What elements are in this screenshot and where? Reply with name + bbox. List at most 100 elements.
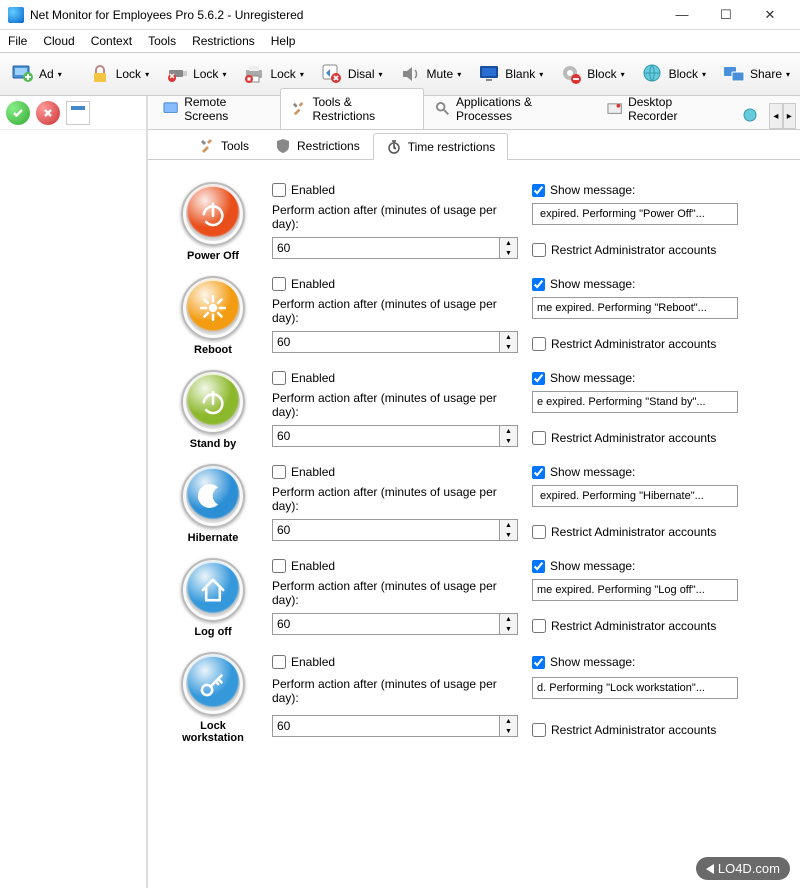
- ok-button[interactable]: [6, 101, 30, 125]
- menu-cloud[interactable]: Cloud: [43, 34, 74, 48]
- minutes-spinner: ▲ ▼: [272, 613, 522, 635]
- show-message-row: Show message:: [532, 464, 780, 481]
- message-input[interactable]: [532, 391, 738, 413]
- restrict-admin-label: Restrict Administrator accounts: [551, 337, 716, 351]
- spinner-down[interactable]: ▼: [500, 436, 517, 446]
- tab-scroll-right[interactable]: ▸: [783, 103, 796, 129]
- sub-tab-time-restrictions[interactable]: Time restrictions: [373, 133, 509, 160]
- restrict-admin-checkbox[interactable]: [532, 337, 546, 351]
- toolbar-monitors-share[interactable]: Share▾: [715, 57, 797, 91]
- enabled-checkbox[interactable]: [272, 277, 286, 291]
- moon-icon: [181, 464, 245, 528]
- spinner-up[interactable]: ▲: [500, 716, 517, 726]
- reboot-icon: [181, 276, 245, 340]
- spinner-up[interactable]: ▲: [500, 614, 517, 624]
- toolbar-shortcut-disable[interactable]: Disal▾: [313, 57, 390, 91]
- main-tab-more[interactable]: [731, 100, 769, 129]
- minutes-input[interactable]: [272, 519, 500, 541]
- show-message-checkbox[interactable]: [532, 560, 545, 573]
- message-input[interactable]: [532, 677, 738, 699]
- action-icon-col: Power Off: [168, 182, 258, 262]
- menu-context[interactable]: Context: [91, 34, 132, 48]
- toolbar-monitor-add[interactable]: Ad▾: [4, 57, 69, 91]
- main-tab-applications-processes[interactable]: Applications & Processes: [424, 88, 596, 129]
- minutes-input[interactable]: [272, 237, 500, 259]
- maximize-button[interactable]: ☐: [704, 1, 748, 29]
- message-input[interactable]: [532, 485, 738, 507]
- toolbar-speaker-mute[interactable]: Mute▾: [392, 57, 469, 91]
- spinner-down[interactable]: ▼: [500, 726, 517, 736]
- toolbar-monitor-blank[interactable]: Blank▾: [470, 57, 550, 91]
- spinner-down[interactable]: ▼: [500, 624, 517, 634]
- show-message-checkbox[interactable]: [532, 656, 545, 669]
- action-icon-col: Hibernate: [168, 464, 258, 544]
- enabled-label: Enabled: [291, 559, 335, 573]
- restrict-admin-checkbox[interactable]: [532, 619, 546, 633]
- message-input[interactable]: [532, 203, 738, 225]
- shortcut-disable-icon: [320, 62, 344, 86]
- show-message-label: Show message:: [550, 655, 635, 669]
- restrict-admin-checkbox[interactable]: [532, 431, 546, 445]
- spinner-up[interactable]: ▲: [500, 426, 517, 436]
- toolbar-printer-lock[interactable]: Lock▾: [235, 57, 310, 91]
- toolbar-padlock[interactable]: Lock▾: [81, 57, 156, 91]
- close-button[interactable]: ✕: [748, 1, 792, 29]
- usb-lock-icon: [165, 62, 189, 86]
- window-title: Net Monitor for Employees Pro 5.6.2 - Un…: [30, 8, 660, 22]
- action-log-off: Log off Enabled Show message: Perform ac…: [148, 554, 800, 648]
- show-message-checkbox[interactable]: [532, 372, 545, 385]
- menu-restrictions[interactable]: Restrictions: [192, 34, 255, 48]
- show-message-checkbox[interactable]: [532, 278, 545, 291]
- spinner-down[interactable]: ▼: [500, 342, 517, 352]
- power-icon: [181, 182, 245, 246]
- spinner-down[interactable]: ▼: [500, 530, 517, 540]
- key-icon: [181, 652, 245, 716]
- toolbar-usb-lock[interactable]: Lock▾: [158, 57, 233, 91]
- action-label: Power Off: [187, 250, 239, 262]
- main-tabs: Remote ScreensTools & RestrictionsApplic…: [148, 96, 800, 130]
- menu-file[interactable]: File: [8, 34, 27, 48]
- show-message-checkbox[interactable]: [532, 466, 545, 479]
- menu-tools[interactable]: Tools: [148, 34, 176, 48]
- toolbar-gear-block[interactable]: Block▾: [552, 57, 631, 91]
- show-message-checkbox[interactable]: [532, 184, 545, 197]
- spinner-down[interactable]: ▼: [500, 248, 517, 258]
- minutes-input[interactable]: [272, 425, 500, 447]
- spinner-up[interactable]: ▲: [500, 332, 517, 342]
- restrict-admin-checkbox[interactable]: [532, 525, 546, 539]
- minutes-input[interactable]: [272, 613, 500, 635]
- minutes-input[interactable]: [272, 331, 500, 353]
- main-tab-remote-screens[interactable]: Remote Screens: [152, 88, 280, 129]
- perform-label: Perform action after (minutes of usage p…: [272, 203, 522, 234]
- spinner-up[interactable]: ▲: [500, 238, 517, 248]
- enabled-checkbox[interactable]: [272, 465, 286, 479]
- minutes-input[interactable]: [272, 715, 500, 737]
- message-input[interactable]: [532, 579, 738, 601]
- cancel-button[interactable]: [36, 101, 60, 125]
- tab-scroll-left[interactable]: ◂: [769, 103, 782, 129]
- enabled-row: Enabled: [272, 276, 522, 293]
- edit-button[interactable]: [66, 101, 90, 125]
- minimize-button[interactable]: —: [660, 1, 704, 29]
- main-tab-desktop-recorder[interactable]: Desktop Recorder: [596, 88, 731, 129]
- sub-tab-restrictions[interactable]: Restrictions: [262, 132, 373, 159]
- spinner-up[interactable]: ▲: [500, 520, 517, 530]
- restrict-admin-checkbox[interactable]: [532, 243, 546, 257]
- globe-icon: [742, 107, 758, 123]
- show-message-label: Show message:: [550, 183, 635, 197]
- menu-help[interactable]: Help: [271, 34, 296, 48]
- message-input[interactable]: [532, 297, 738, 319]
- main-tab-tools-restrictions[interactable]: Tools & Restrictions: [280, 88, 424, 129]
- enabled-checkbox[interactable]: [272, 183, 286, 197]
- action-label: Hibernate: [188, 532, 239, 544]
- minutes-spinner: ▲ ▼: [272, 331, 522, 353]
- home-icon: [181, 558, 245, 622]
- enabled-checkbox[interactable]: [272, 371, 286, 385]
- toolbar-globe-block[interactable]: Block▾: [634, 57, 713, 91]
- sub-tab-tools[interactable]: Tools: [186, 132, 262, 159]
- restrict-admin-row: Restrict Administrator accounts: [532, 715, 780, 744]
- settings-col: Enabled Show message: Perform action aft…: [272, 182, 780, 262]
- enabled-checkbox[interactable]: [272, 559, 286, 573]
- restrict-admin-checkbox[interactable]: [532, 723, 546, 737]
- enabled-checkbox[interactable]: [272, 655, 286, 669]
